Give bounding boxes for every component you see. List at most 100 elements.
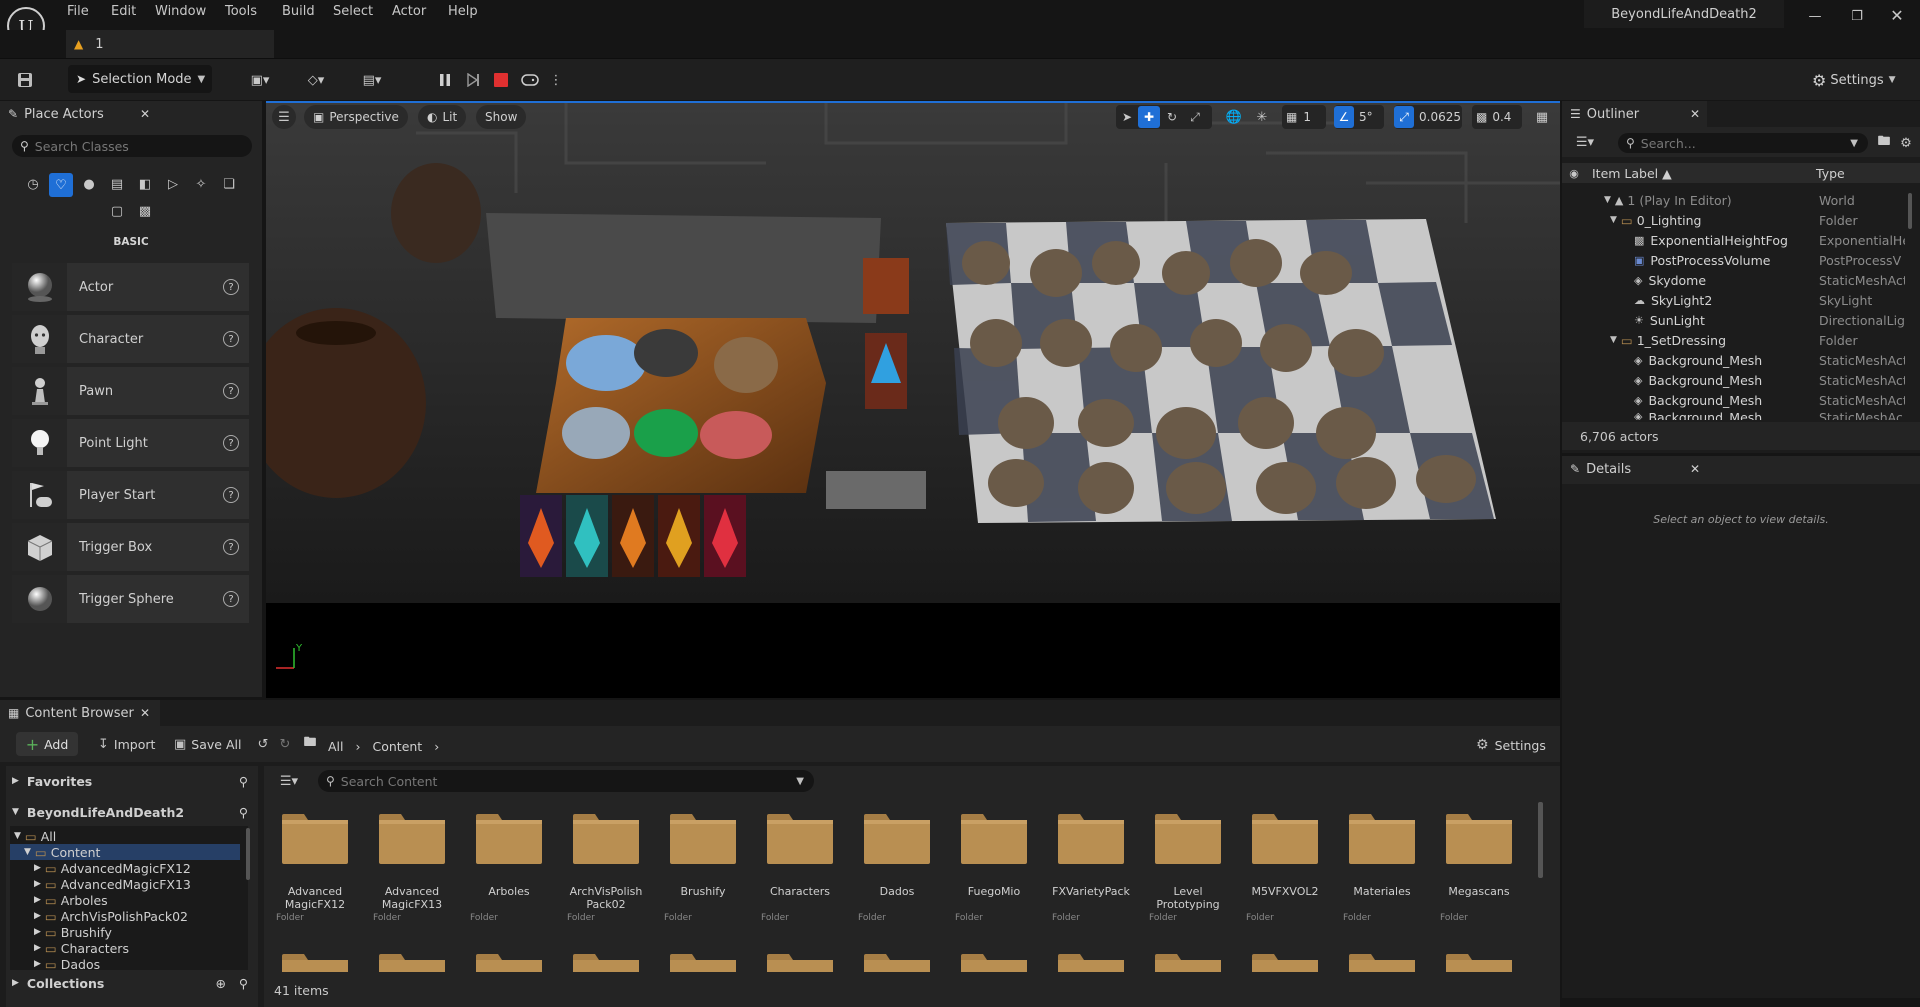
level-viewport[interactable]: Y [266,101,1560,698]
place-actors-tab[interactable]: ✎ Place Actors ✕ [0,101,160,127]
actor-item-actor[interactable]: Actor ? [12,263,249,311]
folder-icon[interactable] [1444,950,1514,972]
blueprint-icon[interactable]: ◇▾ [296,67,336,93]
folder-tile[interactable]: Megascans Folder [1434,806,1524,923]
folder-icon[interactable] [1056,950,1126,972]
menu-build[interactable]: Build [282,4,315,19]
folder-tile[interactable]: Dados Folder [852,806,942,923]
viewport-layout-icon[interactable]: ▦ [1530,105,1554,129]
visibility-eye-icon[interactable]: ◉ [1566,163,1582,183]
folder-tile[interactable]: Brushify Folder [658,806,748,923]
filter-icon[interactable]: ☰▾ [274,770,304,792]
stop-icon[interactable] [488,67,514,93]
outliner-row[interactable]: ☁ SkyLight2 SkyLight [1566,290,1902,310]
search-icon[interactable]: ⚲ [239,976,248,991]
tree-item-folder[interactable]: ▶ ▭ Characters [34,940,129,956]
minimize-icon[interactable]: — [1800,6,1830,26]
frame-advance-icon[interactable] [460,67,486,93]
lights-category-icon[interactable]: ● [78,173,100,195]
actor-item-character[interactable]: Character ? [12,315,249,363]
tree-item-folder[interactable]: ▶ ▭ Arboles [34,892,108,908]
filter-icon[interactable]: ☰▾ [1570,131,1600,153]
content-settings-button[interactable]: ⚙ Settings [1476,734,1546,756]
close-tab-icon[interactable]: ✕ [1690,462,1700,476]
menu-actor[interactable]: Actor [392,4,426,19]
back-arrow-icon[interactable]: ↺ [254,734,272,754]
import-button[interactable]: ↧ Import [98,732,155,756]
selection-mode-dropdown[interactable]: ➤ Selection Mode ▼ [68,65,212,93]
outliner-row[interactable]: ▩ ExponentialHeightFog ExponentialHe [1566,230,1905,250]
show-button[interactable]: Show [476,105,527,129]
actor-item-point-light[interactable]: Point Light ? [12,419,249,467]
details-tab[interactable]: ✎ Details ✕ [1562,456,1707,482]
breadcrumb-separator-icon[interactable]: › [434,739,439,754]
outliner-row[interactable]: ▼ ▲ 1 (Play In Editor) World [1566,190,1902,210]
menu-tools[interactable]: Tools [225,4,257,19]
all-classes-category-icon[interactable]: ❏ [218,173,240,195]
folder-tile[interactable]: Materiales Folder [1337,806,1427,923]
folder-tile[interactable]: ArchVisPolish Pack02 Folder [561,806,651,923]
outliner-row[interactable]: ▼ ▭ 0_Lighting Folder [1566,210,1902,230]
menu-edit[interactable]: Edit [111,4,136,19]
restore-icon[interactable]: ❐ [1842,6,1872,26]
close-tab-icon[interactable]: ✕ [1690,107,1700,121]
search-icon[interactable]: ⚲ [239,774,248,789]
gamepad-icon[interactable] [516,67,544,93]
lit-button[interactable]: ◐ Lit [418,105,467,129]
content-browser-tab[interactable]: ▦ Content Browser ✕ [0,700,160,726]
help-icon[interactable]: ? [223,539,239,555]
help-icon[interactable]: ? [223,331,239,347]
close-window-icon[interactable]: ✕ [1882,4,1912,26]
column-item-label[interactable]: Item Label ▲ [1592,166,1672,181]
menu-select[interactable]: Select [333,4,373,19]
cinematic-category-icon[interactable]: ▤ [106,173,128,195]
help-icon[interactable]: ? [223,383,239,399]
folder-tile[interactable]: Advanced MagicFX12 Folder [270,806,360,923]
rotate-tool-icon[interactable]: ↻ [1160,106,1184,128]
folder-tile[interactable]: Level Prototyping Folder [1143,806,1233,923]
actor-item-pawn[interactable]: Pawn ? [12,367,249,415]
forward-arrow-icon[interactable]: ↻ [276,734,294,754]
tree-item-folder[interactable]: ▶ ▭ ArchVisPolishPack02 [34,908,188,924]
help-icon[interactable]: ? [223,487,239,503]
folder-tile[interactable]: Advanced MagicFX13 Folder [367,806,457,923]
outliner-row[interactable]: ▼ ▭ 1_SetDressing Folder [1566,330,1902,350]
close-tab-icon[interactable]: ✕ [140,706,150,720]
project-header[interactable]: ▼ BeyondLifeAndDeath2 ⚲ [12,801,252,823]
asset-scrollbar[interactable] [1538,802,1543,878]
select-tool-icon[interactable]: ➤ [1116,106,1138,128]
outliner-tab[interactable]: ☰ Outliner ✕ [1562,101,1707,127]
help-icon[interactable]: ? [223,435,239,451]
folder-nav-icon[interactable]: 🖿 [300,734,320,754]
grid-snap-group[interactable]: ▦ 1 [1282,105,1326,129]
folder-icon[interactable] [1250,950,1320,972]
menu-file[interactable]: File [67,4,89,19]
tree-scrollbar[interactable] [246,828,250,880]
folder-icon[interactable] [571,950,641,972]
outliner-row[interactable]: ◈ Background_Mesh StaticMeshAct [1566,410,1902,420]
basic-category-icon[interactable]: ♡ [49,173,73,197]
tree-item-folder[interactable]: ▶ ▭ AdvancedMagicFX13 [34,876,191,892]
outliner-row[interactable]: ▣ PostProcessVolume PostProcessV [1566,250,1902,270]
level-tab[interactable]: ▲ 1 [66,30,274,58]
folder-icon[interactable] [474,950,544,972]
scale-snap-group[interactable]: ⤢ 0.0625 [1394,105,1462,129]
actor-item-trigger-sphere[interactable]: Trigger Sphere ? [12,575,249,623]
folder-icon[interactable] [959,950,1029,972]
translate-tool-icon[interactable]: ✚ [1138,106,1160,128]
pause-icon[interactable] [432,67,458,93]
outliner-settings-icon[interactable]: ⚙ [1896,133,1916,153]
folder-icon[interactable] [765,950,835,972]
outliner-row[interactable]: ◈ Background_Mesh StaticMeshAct [1566,350,1905,370]
folder-icon[interactable] [280,950,350,972]
world-space-icon[interactable]: 🌐 [1222,105,1246,129]
tree-item-folder[interactable]: ▶ ▭ Dados [34,956,100,971]
shapes-category-icon[interactable]: ▢ [106,200,128,222]
menu-window[interactable]: Window [155,4,206,19]
favorites-header[interactable]: ▶ Favorites ⚲ [12,770,252,792]
search-content-input[interactable]: ⚲ Search Content ▼ [318,770,814,792]
search-icon[interactable]: ⚲ [239,805,248,820]
add-button[interactable]: + Add [16,732,78,756]
settings-button[interactable]: ⚙ Settings ▼ [1812,69,1896,91]
recent-category-icon[interactable]: ◷ [22,173,44,195]
